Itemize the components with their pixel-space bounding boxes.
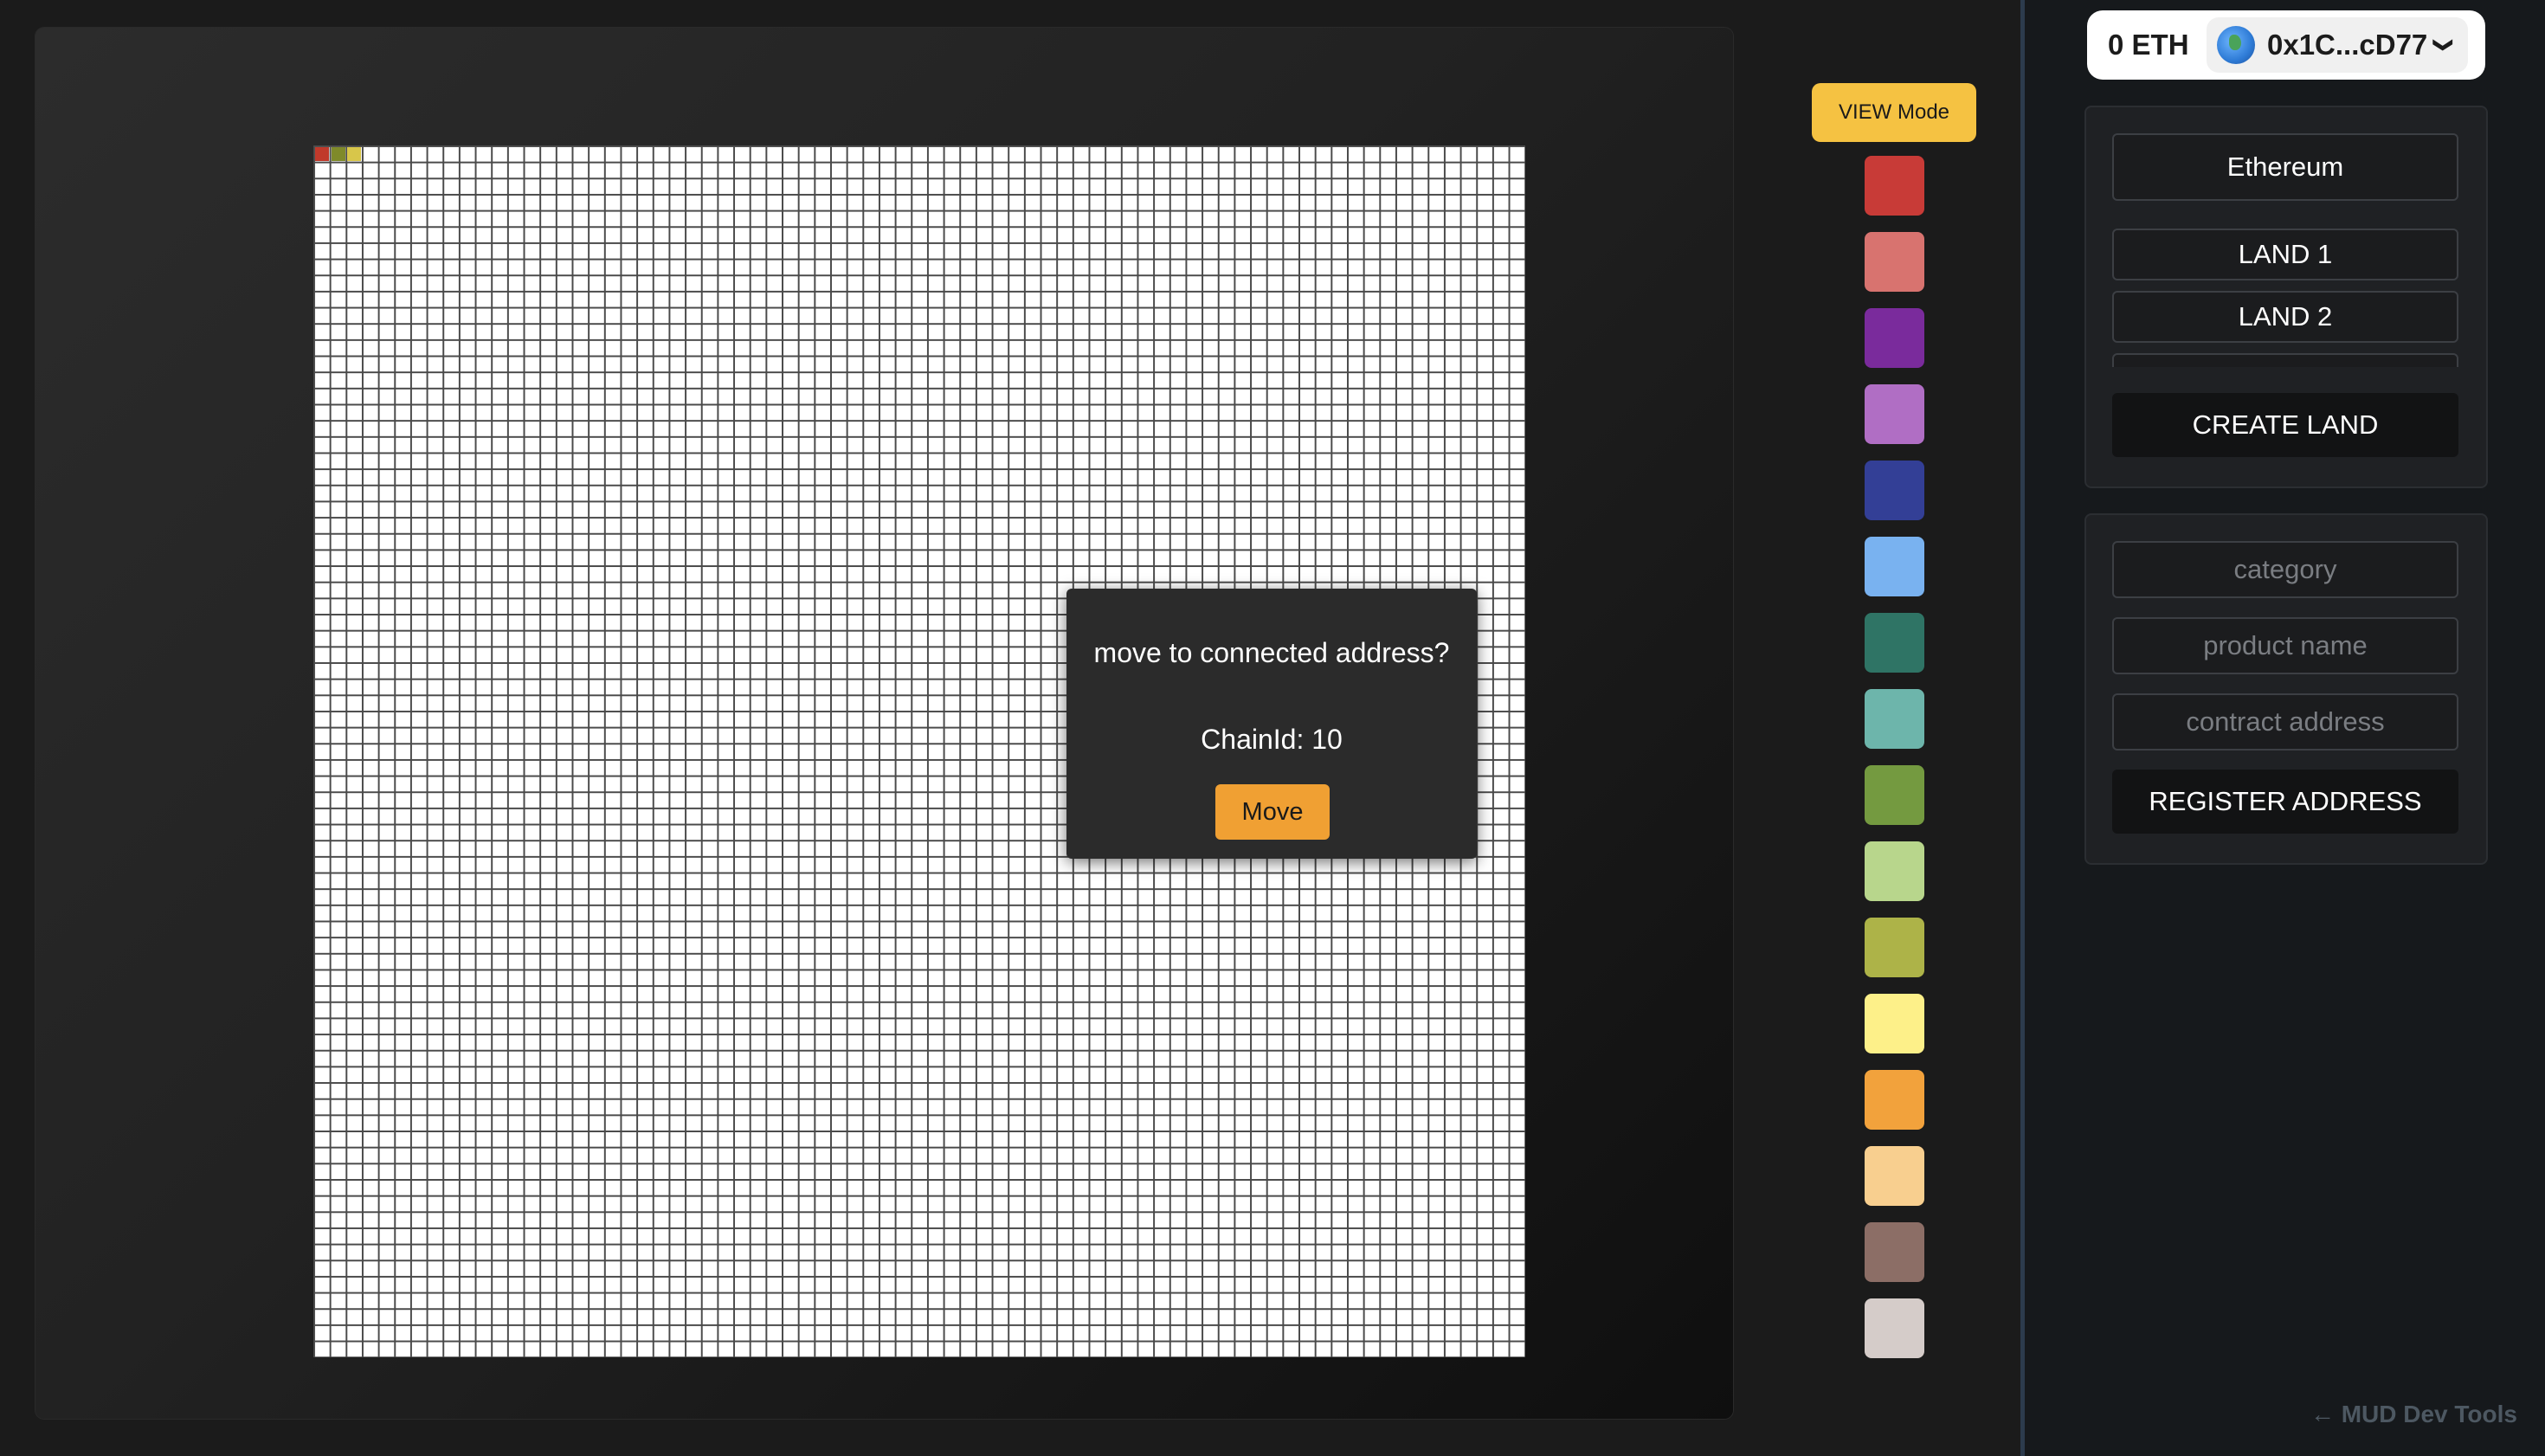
register-panel: REGISTER ADDRESS <box>2084 513 2488 865</box>
canvas-panel <box>35 28 1733 1419</box>
color-swatch[interactable] <box>1865 156 1924 216</box>
color-swatch[interactable] <box>1865 1146 1924 1206</box>
create-land-button[interactable]: CREATE LAND <box>2112 393 2458 457</box>
color-swatch[interactable] <box>1865 765 1924 825</box>
land-panel: Ethereum LAND 1 LAND 2 LAND 3 CREATE LAND <box>2084 106 2488 488</box>
account-button[interactable]: 0x1C...cD77 ❯ <box>2207 17 2468 73</box>
color-swatch[interactable] <box>1865 841 1924 901</box>
color-swatch[interactable] <box>1865 1070 1924 1130</box>
contract-address-input[interactable] <box>2112 693 2458 751</box>
color-swatch[interactable] <box>1865 461 1924 520</box>
color-swatch[interactable] <box>1865 537 1924 596</box>
land-list: LAND 1 LAND 2 LAND 3 <box>2112 229 2458 367</box>
color-swatch[interactable] <box>1865 918 1924 977</box>
chevron-down-icon: ❯ <box>2433 36 2456 54</box>
land-item[interactable]: LAND 1 <box>2112 229 2458 280</box>
move-dialog: move to connected address? ChainId: 10 M… <box>1066 589 1477 859</box>
color-swatch[interactable] <box>1865 1222 1924 1282</box>
move-button[interactable]: Move <box>1215 784 1330 840</box>
painted-cell[interactable] <box>315 147 329 161</box>
category-input[interactable] <box>2112 541 2458 598</box>
color-swatch[interactable] <box>1865 232 1924 292</box>
chain-id-label: ChainId: 10 <box>1201 724 1343 755</box>
color-swatch[interactable] <box>1865 613 1924 673</box>
network-button[interactable]: Ethereum <box>2112 133 2458 201</box>
land-item[interactable]: LAND 3 <box>2112 353 2458 367</box>
color-swatch[interactable] <box>1865 689 1924 749</box>
color-swatch[interactable] <box>1865 994 1924 1053</box>
view-mode-button[interactable]: VIEW Mode <box>1812 83 1976 142</box>
painted-cell[interactable] <box>347 147 362 161</box>
color-swatch[interactable] <box>1865 384 1924 444</box>
canvas-area: VIEW Mode <box>0 0 2020 1456</box>
color-swatch[interactable] <box>1865 308 1924 368</box>
register-address-button[interactable]: REGISTER ADDRESS <box>2112 770 2458 834</box>
color-palette <box>1865 156 1925 1375</box>
eth-balance: 0 ETH <box>2108 29 2189 61</box>
product-name-input[interactable] <box>2112 617 2458 674</box>
land-item[interactable]: LAND 2 <box>2112 291 2458 343</box>
wallet-widget[interactable]: 0 ETH 0x1C...cD77 ❯ <box>2087 10 2485 80</box>
color-swatch[interactable] <box>1865 1298 1924 1358</box>
painted-cell[interactable] <box>331 147 345 161</box>
mud-dev-tools-link[interactable]: ← MUD Dev Tools <box>2310 1401 2517 1428</box>
dialog-question: move to connected address? <box>1093 637 1450 668</box>
globe-icon <box>2217 26 2255 64</box>
account-address: 0x1C...cD77 <box>2267 29 2428 61</box>
